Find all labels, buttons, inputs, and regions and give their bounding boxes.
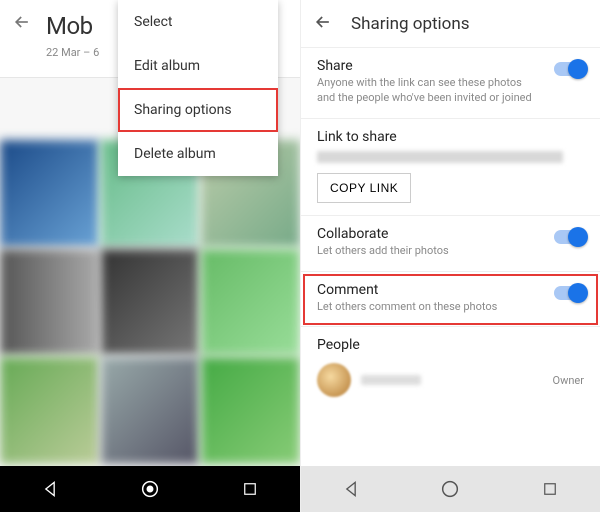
share-link-value bbox=[317, 151, 563, 163]
nav-back-icon[interactable] bbox=[331, 469, 371, 509]
person-row[interactable]: Owner bbox=[301, 355, 600, 411]
nav-recent-icon[interactable] bbox=[230, 469, 270, 509]
copy-link-button[interactable]: COPY LINK bbox=[317, 173, 411, 203]
collaborate-section: Collaborate Let others add their photos bbox=[301, 216, 600, 272]
photo-thumbnail[interactable] bbox=[0, 357, 99, 464]
album-screen: Mob 22 Mar – 6 Select Edit album Sharing… bbox=[0, 0, 300, 512]
comment-section: Comment Let others comment on these phot… bbox=[301, 272, 600, 328]
comment-description: Let others comment on these photos bbox=[317, 300, 584, 315]
person-name bbox=[361, 375, 421, 385]
nav-recent-icon[interactable] bbox=[530, 469, 570, 509]
people-label: People bbox=[317, 337, 584, 353]
back-icon[interactable] bbox=[12, 12, 32, 36]
menu-item-select[interactable]: Select bbox=[118, 0, 278, 44]
photo-grid bbox=[0, 140, 300, 464]
photo-thumbnail[interactable] bbox=[0, 140, 99, 247]
person-role: Owner bbox=[553, 374, 584, 387]
nav-home-icon[interactable] bbox=[130, 469, 170, 509]
avatar bbox=[317, 363, 351, 397]
menu-item-sharing-options[interactable]: Sharing options bbox=[118, 88, 278, 132]
photo-thumbnail[interactable] bbox=[0, 249, 99, 356]
page-title: Sharing options bbox=[351, 14, 470, 34]
photo-thumbnail[interactable] bbox=[201, 249, 300, 356]
screen-header: Sharing options bbox=[301, 0, 600, 48]
back-icon[interactable] bbox=[313, 12, 333, 36]
menu-item-edit-album[interactable]: Edit album bbox=[118, 44, 278, 88]
sharing-options-screen: Sharing options Share Anyone with the li… bbox=[300, 0, 600, 512]
overflow-menu: Select Edit album Sharing options Delete… bbox=[118, 0, 278, 176]
share-section: Share Anyone with the link can see these… bbox=[301, 48, 600, 119]
people-section-header: People bbox=[301, 327, 600, 355]
nav-home-icon[interactable] bbox=[430, 469, 470, 509]
photo-thumbnail[interactable] bbox=[201, 357, 300, 464]
nav-back-icon[interactable] bbox=[30, 469, 70, 509]
android-navbar bbox=[301, 466, 600, 512]
share-toggle[interactable] bbox=[554, 62, 586, 76]
comment-toggle[interactable] bbox=[554, 286, 586, 300]
collaborate-label: Collaborate bbox=[317, 226, 584, 242]
menu-item-delete-album[interactable]: Delete album bbox=[118, 132, 278, 176]
link-section: Link to share COPY LINK bbox=[301, 119, 600, 216]
collaborate-toggle[interactable] bbox=[554, 230, 586, 244]
share-label: Share bbox=[317, 58, 584, 74]
comment-label: Comment bbox=[317, 282, 584, 298]
collaborate-description: Let others add their photos bbox=[317, 244, 584, 259]
photo-thumbnail[interactable] bbox=[101, 249, 200, 356]
link-label: Link to share bbox=[317, 129, 584, 145]
photo-thumbnail[interactable] bbox=[101, 357, 200, 464]
android-navbar bbox=[0, 466, 300, 512]
share-description: Anyone with the link can see these photo… bbox=[317, 76, 584, 106]
